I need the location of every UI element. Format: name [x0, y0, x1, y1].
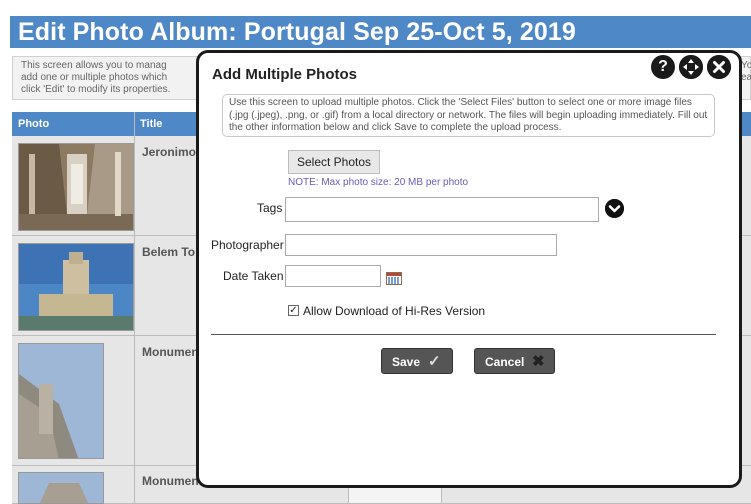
- save-label: Save: [392, 355, 421, 369]
- cancel-label: Cancel: [485, 355, 525, 369]
- photographer-label: Photographer: [211, 238, 284, 252]
- close-icon[interactable]: [707, 55, 731, 79]
- column-header-photo[interactable]: Photo: [12, 112, 134, 136]
- checkmark-icon: ✓: [428, 353, 441, 370]
- dialog-title: Add Multiple Photos: [212, 66, 357, 83]
- move-icon[interactable]: [679, 55, 703, 79]
- info-line-right: ea: [741, 72, 751, 83]
- photo-thumbnail[interactable]: [18, 472, 104, 504]
- photo-thumbnail[interactable]: [18, 143, 134, 231]
- info-line: click 'Edit' to modify its properties.: [21, 84, 171, 95]
- info-line: This screen allows you to manag: [21, 60, 167, 71]
- row-title[interactable]: Jeronimo: [142, 145, 196, 159]
- info-line-right: Yo: [741, 60, 751, 71]
- cancel-button[interactable]: Cancel ✖: [474, 348, 555, 374]
- help-icon[interactable]: ?: [651, 55, 675, 79]
- calendar-icon[interactable]: [386, 272, 402, 285]
- photographer-input[interactable]: [285, 234, 557, 256]
- row-title[interactable]: Monumen: [142, 345, 199, 359]
- instructions-text: Use this screen to upload multiple photo…: [222, 94, 715, 137]
- select-photos-button[interactable]: Select Photos: [288, 150, 380, 174]
- tags-label: Tags: [257, 201, 283, 215]
- add-multiple-photos-dialog: Add Multiple Photos ? Use this screen to…: [196, 50, 742, 488]
- allow-download-label[interactable]: Allow Download of Hi-Res Version: [303, 304, 485, 318]
- date-taken-label: Date Taken: [223, 269, 284, 283]
- tags-input[interactable]: [285, 197, 599, 222]
- row-title[interactable]: Belem To: [142, 245, 195, 259]
- divider: [211, 334, 716, 335]
- column-divider: [134, 112, 135, 504]
- x-icon: ✖: [532, 353, 545, 370]
- page-title: Edit Photo Album: Portugal Sep 25-Oct 5,…: [18, 18, 576, 46]
- chevron-down-icon[interactable]: [605, 199, 624, 218]
- max-size-note: NOTE: Max photo size: 20 MB per photo: [288, 177, 469, 188]
- photo-thumbnail[interactable]: [18, 243, 134, 331]
- date-taken-input[interactable]: [285, 265, 381, 287]
- allow-download-checkbox[interactable]: ✓: [288, 305, 299, 316]
- save-button[interactable]: Save ✓: [381, 348, 453, 374]
- info-line: add one or multiple photos which: [21, 72, 168, 83]
- photo-thumbnail[interactable]: [18, 343, 104, 459]
- row-title[interactable]: Monumen: [142, 474, 199, 488]
